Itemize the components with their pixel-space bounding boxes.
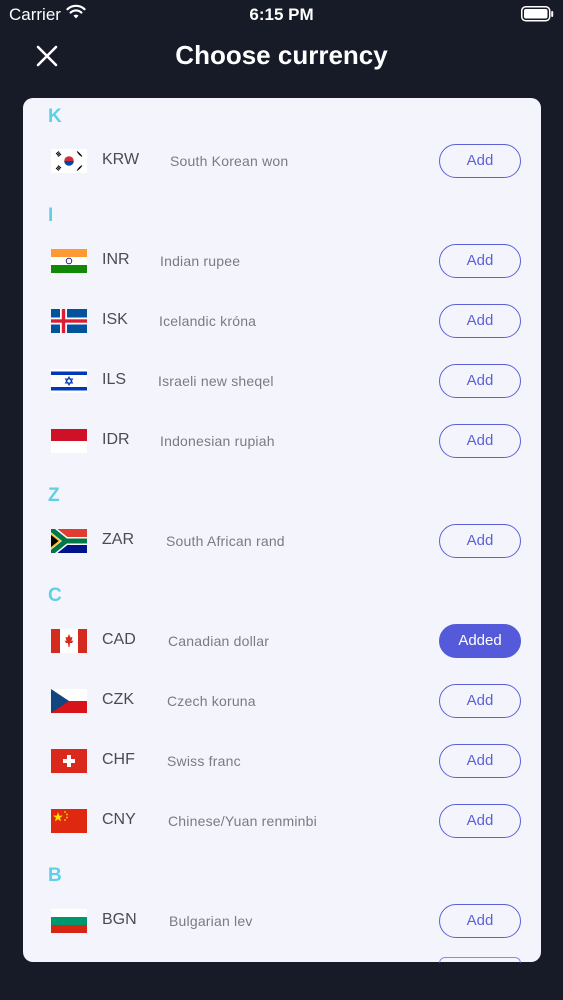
currency-name: Chinese/Yuan renminbi: [168, 813, 317, 829]
currency-row-bgn[interactable]: BGN Bulgarian lev Add: [23, 896, 541, 956]
currency-row-ils[interactable]: ILS Israeli new sheqel Add: [23, 356, 541, 416]
currency-row-cad[interactable]: CAD Canadian dollar Added: [23, 616, 541, 676]
status-bar: Carrier 6:15 PM: [0, 0, 563, 30]
currency-name: South African rand: [166, 533, 285, 549]
section-header-k: K: [48, 106, 62, 127]
currency-code: KRW: [102, 151, 140, 168]
added-button-cad[interactable]: Added: [439, 624, 521, 658]
currency-row-chf[interactable]: CHF Swiss franc Add: [23, 736, 541, 796]
partial-add-button: [439, 957, 521, 963]
cn-flag-icon: [51, 809, 87, 833]
clock: 6:15 PM: [249, 5, 314, 24]
section-header-b: B: [48, 865, 62, 886]
currency-code: BGN: [102, 911, 137, 928]
currency-row-isk[interactable]: ISK Icelandic króna Add: [23, 296, 541, 356]
currency-name: Canadian dollar: [168, 633, 270, 649]
section-header-c: C: [48, 585, 62, 606]
add-button-isk[interactable]: Add: [439, 304, 521, 338]
currency-code: INR: [102, 251, 130, 268]
battery-icon: [521, 6, 554, 27]
section-header-i: I: [48, 205, 54, 226]
ca-flag-icon: [51, 629, 87, 653]
currency-name: Icelandic króna: [159, 313, 257, 329]
currency-code: CNY: [102, 811, 136, 828]
add-button-czk[interactable]: Add: [439, 684, 521, 718]
ch-flag-icon: [51, 749, 87, 773]
currency-code: CZK: [102, 691, 134, 708]
add-button-idr[interactable]: Add: [439, 424, 521, 458]
currency-row-zar[interactable]: ZAR South African rand Add: [23, 516, 541, 576]
il-flag-icon: [51, 369, 87, 393]
currency-code: ILS: [102, 371, 127, 388]
currency-name: Israeli new sheqel: [158, 373, 274, 389]
in-flag-icon: [51, 249, 87, 273]
add-button-chf[interactable]: Add: [439, 744, 521, 778]
bg-flag-icon: [51, 909, 87, 933]
add-button-cny[interactable]: Add: [439, 804, 521, 838]
kr-flag-icon: [51, 149, 87, 173]
add-button-krw[interactable]: Add: [439, 144, 521, 178]
currency-name: Czech koruna: [167, 693, 256, 709]
id-flag-icon: [51, 429, 87, 453]
currency-name: Swiss franc: [167, 753, 241, 769]
add-button-bgn[interactable]: Add: [439, 904, 521, 938]
add-button-ils[interactable]: Add: [439, 364, 521, 398]
currency-name: Bulgarian lev: [169, 913, 253, 929]
is-flag-icon: [51, 309, 87, 333]
add-button-zar[interactable]: Add: [439, 524, 521, 558]
page-title: Choose currency: [175, 40, 388, 70]
add-button-inr[interactable]: Add: [439, 244, 521, 278]
currency-row-czk[interactable]: CZK Czech koruna Add: [23, 676, 541, 736]
currency-list[interactable]: K KRW South Korean won Add I INR Indian …: [23, 98, 541, 962]
currency-code: ZAR: [102, 531, 134, 548]
currency-code: ISK: [102, 311, 128, 328]
cz-flag-icon: [51, 689, 87, 713]
currency-row-inr[interactable]: INR Indian rupee Add: [23, 236, 541, 296]
header: Choose currency: [0, 30, 563, 88]
currency-code: CAD: [102, 631, 136, 648]
currency-name: Indian rupee: [160, 253, 241, 269]
currency-code: IDR: [102, 431, 130, 448]
za-flag-icon: [51, 529, 87, 553]
currency-row-cny[interactable]: CNY Chinese/Yuan renminbi Add: [23, 796, 541, 856]
currency-row-idr[interactable]: IDR Indonesian rupiah Add: [23, 416, 541, 476]
section-header-z: Z: [48, 485, 60, 506]
currency-code: CHF: [102, 751, 135, 768]
currency-name: South Korean won: [170, 153, 289, 169]
currency-name: Indonesian rupiah: [160, 433, 275, 449]
currency-row-krw[interactable]: KRW South Korean won Add: [23, 136, 541, 196]
